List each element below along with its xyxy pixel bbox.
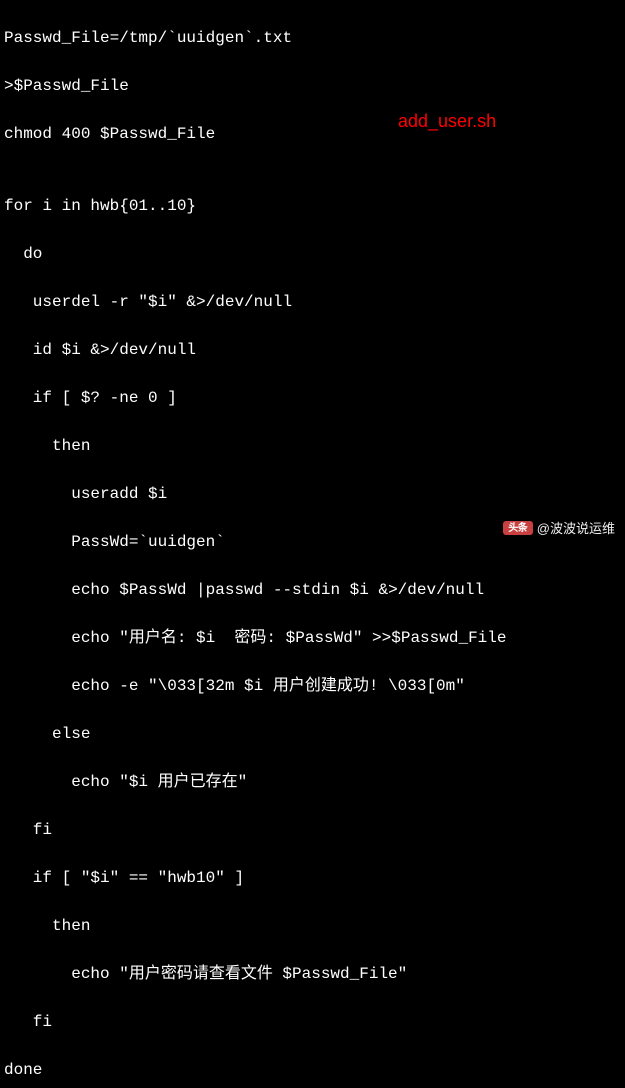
code-line: id $i &>/dev/null: [4, 338, 621, 362]
code-line: then: [4, 434, 621, 458]
code-line: echo $PassWd |passwd --stdin $i &>/dev/n…: [4, 578, 621, 602]
code-line: >$Passwd_File: [4, 74, 621, 98]
shell-script-code: Passwd_File=/tmp/`uuidgen`.txt >$Passwd_…: [0, 0, 625, 1088]
code-line: Passwd_File=/tmp/`uuidgen`.txt: [4, 26, 621, 50]
code-line: chmod 400 $Passwd_File: [4, 122, 621, 146]
toutiao-icon: 头条: [503, 521, 533, 535]
code-line: done: [4, 1058, 621, 1082]
code-line: echo "用户密码请查看文件 $Passwd_File": [4, 962, 621, 986]
code-line: else: [4, 722, 621, 746]
code-line: fi: [4, 818, 621, 842]
code-line: userdel -r "$i" &>/dev/null: [4, 290, 621, 314]
code-line: if [ "$i" == "hwb10" ]: [4, 866, 621, 890]
code-line: useradd $i: [4, 482, 621, 506]
code-line: if [ $? -ne 0 ]: [4, 386, 621, 410]
code-line: fi: [4, 1010, 621, 1034]
code-line: then: [4, 914, 621, 938]
watermark: 头条 @波波说运维: [503, 519, 615, 539]
code-line: echo "用户名: $i 密码: $PassWd" >>$Passwd_Fil…: [4, 626, 621, 650]
filename-label: add_user.sh: [398, 108, 496, 135]
watermark-text: @波波说运维: [537, 519, 615, 539]
code-line: do: [4, 242, 621, 266]
code-line: echo -e "\033[32m $i 用户创建成功! \033[0m": [4, 674, 621, 698]
code-line: echo "$i 用户已存在": [4, 770, 621, 794]
code-line: for i in hwb{01..10}: [4, 194, 621, 218]
